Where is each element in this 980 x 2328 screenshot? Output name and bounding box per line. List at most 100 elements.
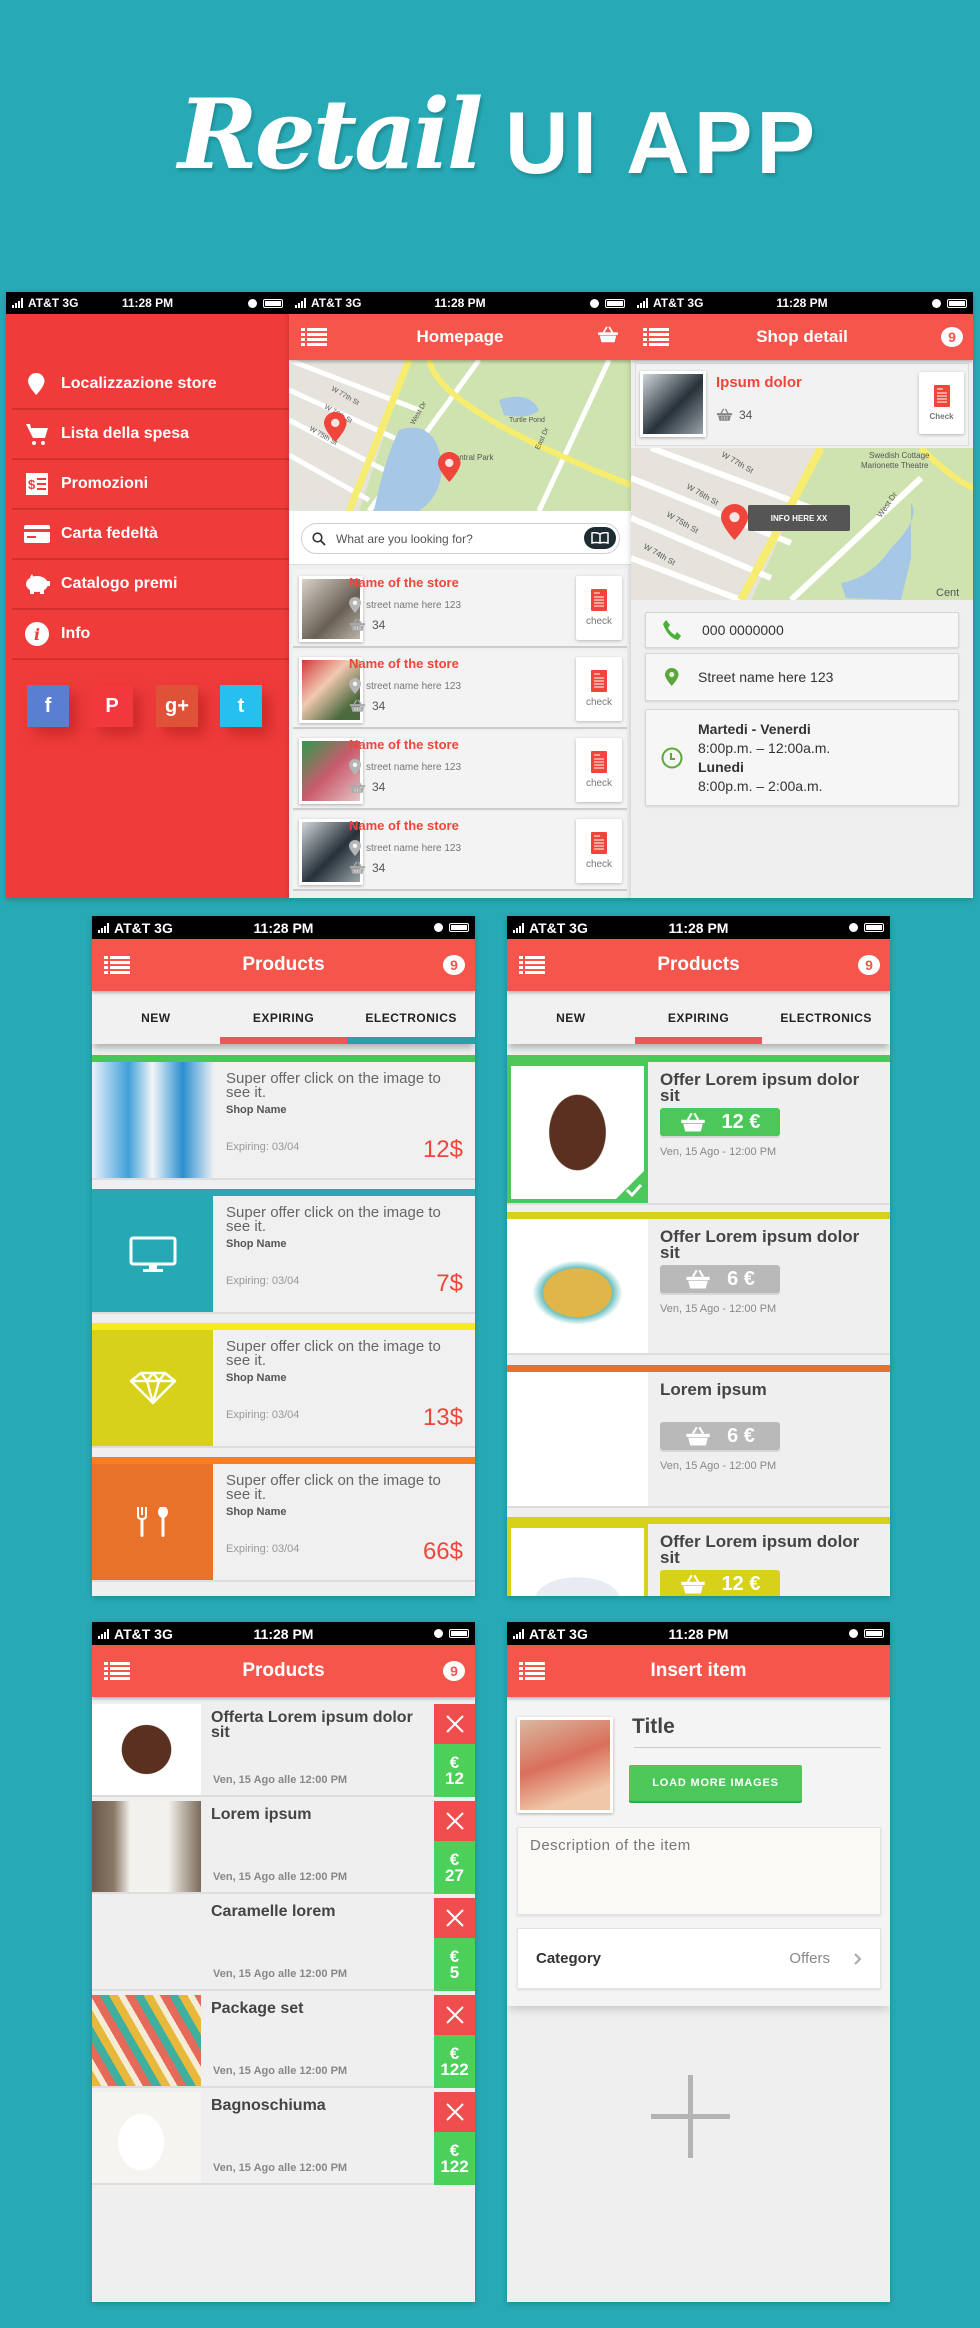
offer-list-item[interactable]: Super offer click on the image to see it… [92, 1464, 475, 1582]
menu-list-icon[interactable] [104, 955, 130, 975]
tab-electronics[interactable]: ELECTRONICS [762, 991, 890, 1044]
google-plus-button[interactable]: g+ [156, 685, 198, 727]
menu-item[interactable]: $ Promozioni [12, 460, 289, 510]
store-map[interactable]: W 77th StW 76th StW 75th StCentral ParkT… [289, 360, 631, 511]
notification-badge[interactable]: 9 [858, 955, 880, 975]
tab-new[interactable]: NEW [92, 991, 220, 1044]
menu-list-icon[interactable] [301, 327, 327, 347]
product-image[interactable] [92, 1995, 201, 2086]
remove-button[interactable] [434, 1898, 475, 1938]
offer-price: 7$ [436, 1270, 463, 1297]
facebook-button[interactable]: f [27, 685, 69, 727]
cart-list-item[interactable]: Bagnoschiuma Ven, 15 Ago alle 12:00 PM €… [92, 2092, 475, 2185]
offer-list-item[interactable]: Super offer click on the image to see it… [92, 1196, 475, 1314]
products-cart-screen: AT&T 3G 11:28 PM Products 9 Offerta Lorem i… [92, 1622, 475, 2302]
offer-title: Lorem ipsum [660, 1380, 767, 1399]
menu-item[interactable]: Localizzazione store [12, 360, 289, 410]
offer-list-item[interactable]: Super offer click on the image to see it… [92, 1062, 475, 1180]
menu-item[interactable]: i Info [12, 610, 289, 660]
tab-expiring[interactable]: EXPIRING [219, 991, 348, 1044]
status-time: 11:28 PM [253, 1625, 314, 1642]
add-to-basket-button[interactable]: 12 € [660, 1570, 780, 1596]
map-marker-icon [324, 412, 347, 442]
basket-icon [349, 780, 366, 793]
check-button[interactable]: check [576, 576, 622, 640]
description-field[interactable]: Description of the item [517, 1827, 881, 1915]
product-image[interactable] [507, 1524, 648, 1596]
basket-icon [686, 1269, 710, 1289]
cart-list-item[interactable]: Package set Ven, 15 Ago alle 12:00 PM €1… [92, 1995, 475, 2088]
product-image[interactable] [92, 2092, 201, 2183]
tab-expiring[interactable]: EXPIRING [634, 991, 763, 1044]
check-button[interactable]: check [576, 819, 622, 883]
tab-new[interactable]: NEW [507, 991, 635, 1044]
add-to-basket-button[interactable]: 12 € [660, 1108, 780, 1136]
check-button[interactable]: check [576, 738, 622, 802]
load-more-images-button[interactable]: LOAD MORE IMAGES [629, 1765, 802, 1801]
document-icon [591, 589, 607, 611]
offer-list-item[interactable]: Offer Lorem ipsum dolor sit 12 € Ven, 15… [507, 1524, 890, 1596]
menu-list-icon[interactable] [519, 955, 545, 975]
remove-button[interactable] [434, 1995, 475, 2035]
twitter-button[interactable]: t [220, 685, 262, 727]
category-tabs: NEW EXPIRING ELECTRONICS [507, 991, 890, 1044]
map-marker[interactable] [324, 412, 347, 447]
product-image[interactable] [92, 1062, 213, 1178]
category-tile[interactable] [92, 1196, 213, 1312]
notification-badge[interactable]: 9 [443, 955, 465, 975]
map-marker[interactable] [721, 504, 748, 545]
check-button[interactable]: Check [919, 372, 964, 434]
product-image[interactable] [507, 1062, 648, 1203]
store-list-item[interactable]: Name of the store street name here 123 3… [293, 812, 627, 891]
store-list-item[interactable]: Name of the store street name here 123 3… [293, 650, 627, 729]
product-image[interactable] [92, 1801, 201, 1892]
remove-button[interactable] [434, 1704, 475, 1744]
map-marker[interactable] [438, 452, 461, 487]
remove-button[interactable] [434, 2092, 475, 2132]
tab-electronics[interactable]: ELECTRONICS [347, 991, 475, 1044]
phone-row[interactable]: 000 0000000 [645, 612, 959, 648]
add-to-basket-button[interactable]: 6 € [660, 1422, 780, 1450]
category-tile[interactable] [92, 1464, 213, 1580]
category-selector[interactable]: Category Offers [517, 1928, 881, 1989]
add-icon[interactable] [651, 2075, 730, 2158]
search-input[interactable]: What are you looking for? [301, 523, 620, 554]
item-image[interactable] [517, 1717, 613, 1813]
address-text: Street name here 123 [698, 669, 834, 685]
category-tile[interactable] [92, 1330, 213, 1446]
offer-list-item[interactable]: Offer Lorem ipsum dolor sit 12 € Ven, 15… [507, 1062, 890, 1205]
category-tabs: NEW EXPIRING ELECTRONICS [92, 991, 475, 1044]
cart-list-item[interactable]: Offerta Lorem ipsum dolor sit Ven, 15 Ag… [92, 1704, 475, 1797]
menu-list-icon[interactable] [643, 327, 669, 347]
add-to-basket-button[interactable]: 6 € [660, 1265, 780, 1293]
insert-form: Title LOAD MORE IMAGES Description of th… [507, 1697, 890, 2006]
monitor-icon [129, 1236, 176, 1272]
menu-item[interactable]: Lista della spesa [12, 410, 289, 460]
address-row[interactable]: Street name here 123 [645, 653, 959, 701]
offer-list-item[interactable]: Super offer click on the image to see it… [92, 1330, 475, 1448]
menu-item[interactable]: Carta fedeltà [12, 510, 289, 560]
product-image[interactable] [507, 1372, 648, 1506]
offer-list-item[interactable]: Lorem ipsum 6 € Ven, 15 Ago - 12:00 PM [507, 1372, 890, 1508]
menu-list-icon[interactable] [519, 1661, 545, 1681]
check-button[interactable]: check [576, 657, 622, 721]
remove-button[interactable] [434, 1801, 475, 1841]
pinterest-button[interactable]: P [91, 685, 133, 727]
offer-description: Super offer click on the image to see it… [226, 1338, 441, 1369]
product-image[interactable] [507, 1219, 648, 1353]
product-image[interactable] [92, 1898, 201, 1989]
store-list-item[interactable]: Name of the store street name here 123 3… [293, 569, 627, 648]
store-list-item[interactable]: Name of the store street name here 123 3… [293, 731, 627, 810]
catalog-button[interactable] [584, 527, 616, 549]
menu-item[interactable]: Catalogo premi [12, 560, 289, 610]
shop-map[interactable]: W 77th St W 76th St W 75th St W 74th St Swed… [631, 448, 973, 600]
notification-badge[interactable]: 9 [443, 1661, 465, 1681]
cart-list-item[interactable]: Caramelle lorem Ven, 15 Ago alle 12:00 P… [92, 1898, 475, 1991]
notification-badge[interactable]: 9 [941, 327, 963, 347]
offer-list-item[interactable]: Offer Lorem ipsum dolor sit 6 € Ven, 15 … [507, 1219, 890, 1355]
product-image[interactable] [92, 1704, 201, 1795]
cart-list-item[interactable]: Lorem ipsum Ven, 15 Ago alle 12:00 PM €2… [92, 1801, 475, 1894]
menu-list-icon[interactable] [104, 1661, 130, 1681]
title-field[interactable]: Title [632, 1715, 675, 1739]
app-header: Products 9 [92, 1645, 475, 1697]
